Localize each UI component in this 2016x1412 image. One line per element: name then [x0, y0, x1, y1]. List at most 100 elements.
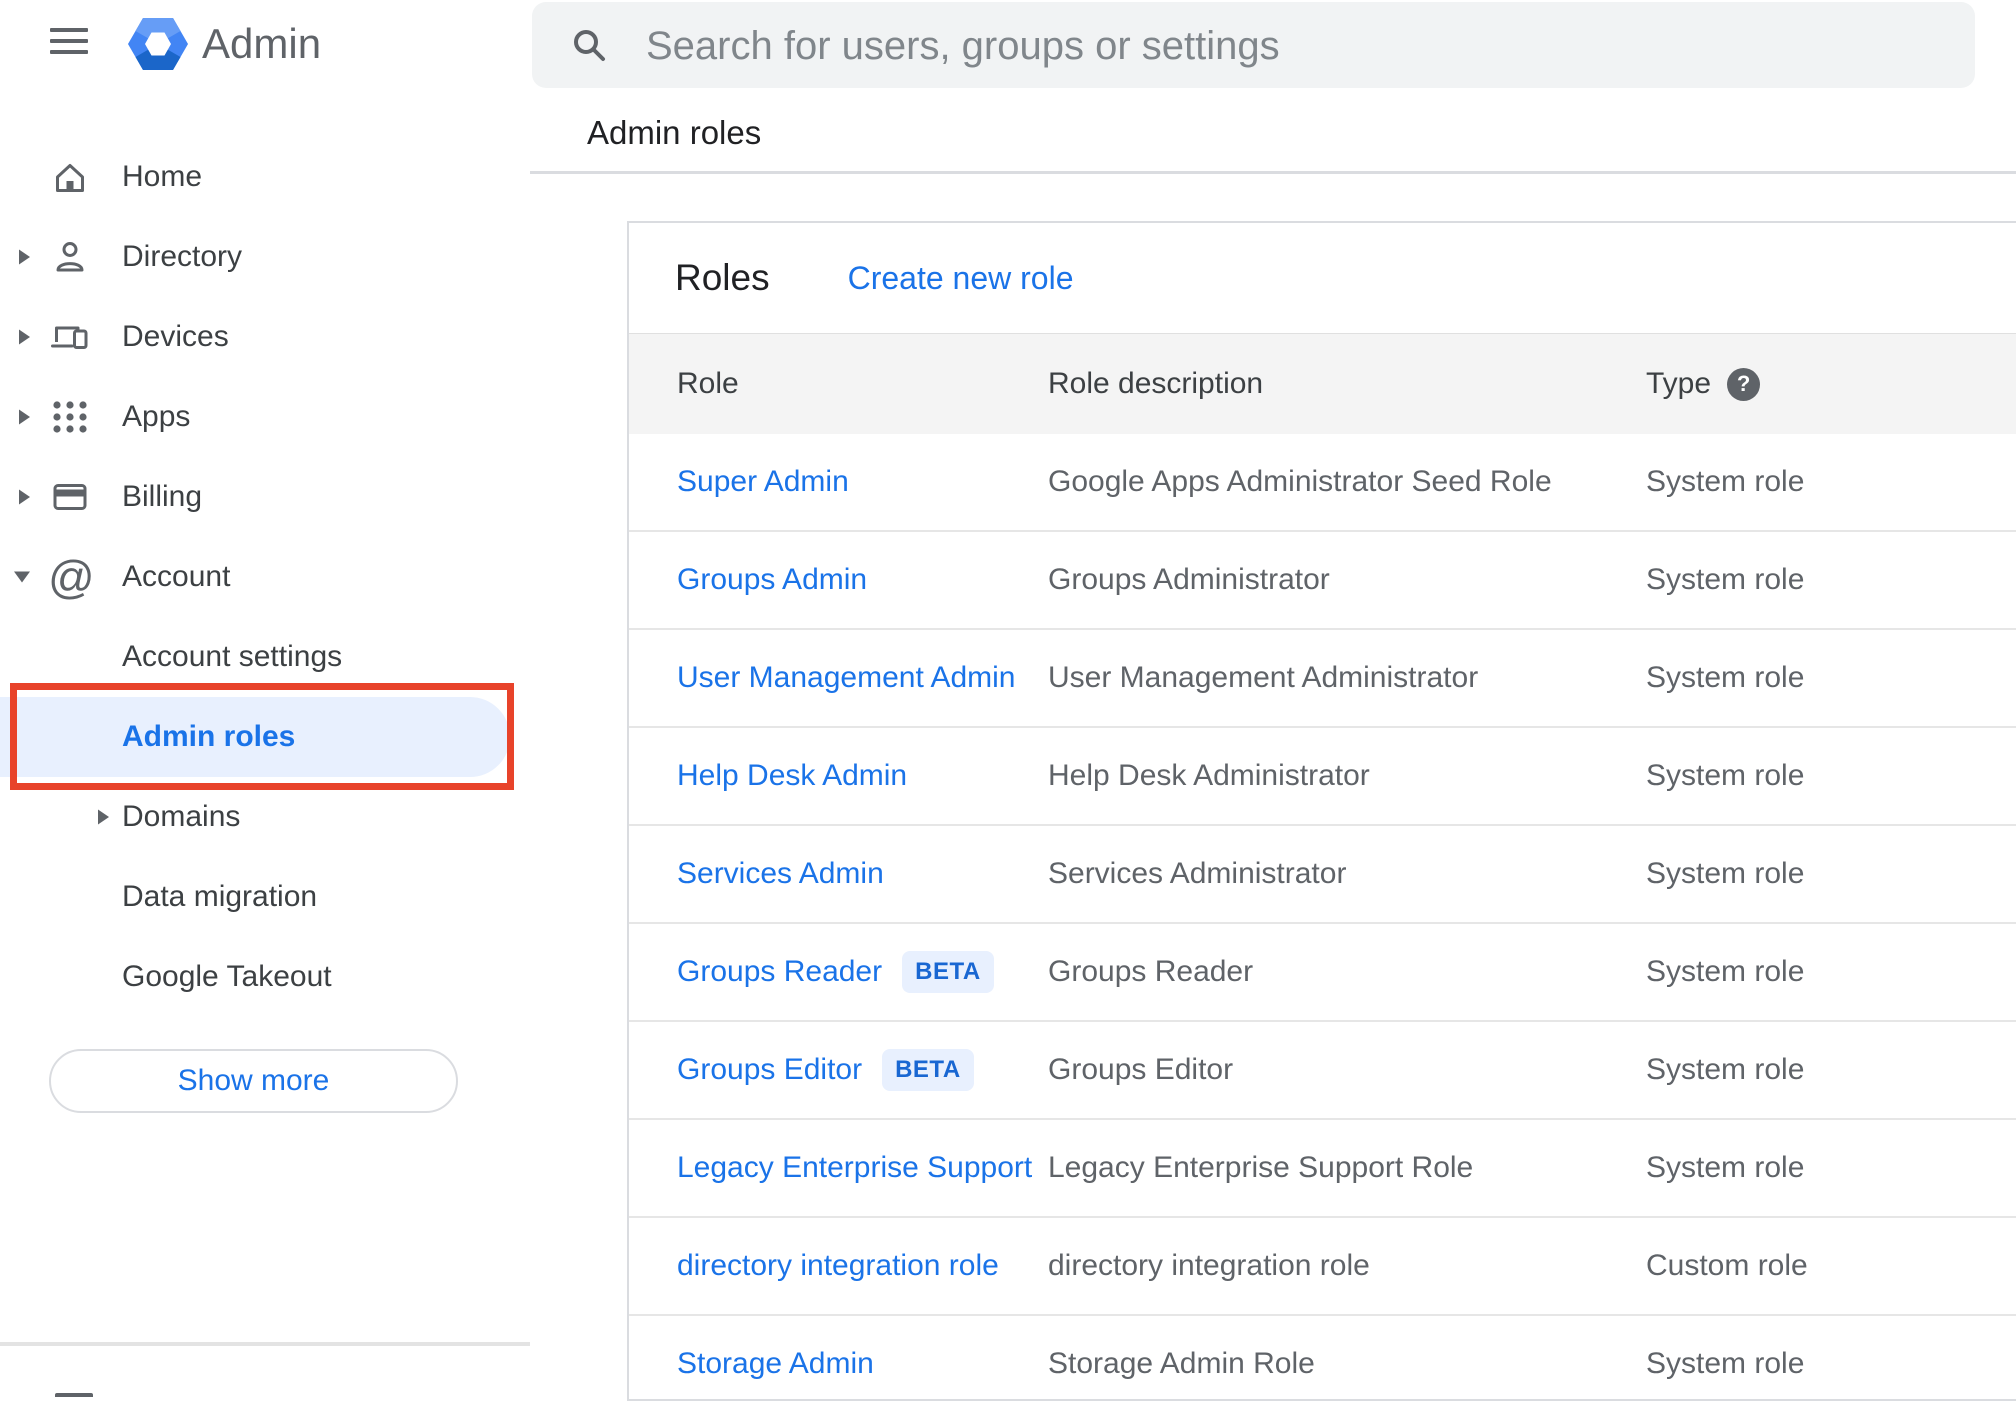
page-title: Roles — [675, 257, 770, 298]
show-more-button[interactable]: Show more — [49, 1049, 458, 1113]
role-type: System role — [1646, 465, 1805, 498]
search-bar — [532, 2, 1975, 90]
role-type: System role — [1646, 563, 1805, 596]
sidebar-item-devices[interactable]: Devices — [0, 297, 530, 377]
role-link[interactable]: Storage Admin — [677, 1347, 874, 1381]
sidebar-item-label: Admin roles — [122, 720, 296, 753]
role-description: Storage Admin Role — [1048, 1347, 1315, 1380]
create-new-role-link[interactable]: Create new role — [848, 260, 1074, 297]
sidebar-item-label: Apps — [122, 400, 191, 433]
show-more-label: Show more — [177, 1064, 330, 1097]
partial-icon — [55, 1393, 93, 1397]
role-type: System role — [1646, 759, 1805, 792]
role-description: Groups Administrator — [1048, 563, 1330, 596]
table-row: Services Admin Services Administrator Sy… — [629, 826, 2016, 924]
sidebar-divider — [0, 1342, 530, 1346]
table-row: User Management Admin User Management Ad… — [629, 630, 2016, 728]
role-link[interactable]: Legacy Enterprise Support — [677, 1151, 1032, 1185]
apps-grid-icon — [50, 397, 90, 437]
role-type: System role — [1646, 1347, 1805, 1380]
sidebar-item-label: Home — [122, 160, 203, 193]
role-link[interactable]: directory integration role — [677, 1249, 999, 1283]
admin-logo[interactable]: Admin — [128, 14, 321, 74]
role-description: Groups Reader — [1048, 955, 1254, 988]
role-description: Groups Editor — [1048, 1053, 1234, 1086]
role-link[interactable]: Help Desk Admin — [677, 759, 907, 793]
chevron-right-icon — [98, 809, 109, 825]
table-row: Super Admin Google Apps Administrator Se… — [629, 434, 2016, 532]
table-row: Groups Editor BETA Groups Editor System … — [629, 1022, 2016, 1120]
help-icon[interactable]: ? — [1727, 367, 1761, 401]
sidebar-item-google-takeout[interactable]: Google Takeout — [0, 937, 530, 1017]
role-link[interactable]: Groups Reader — [677, 955, 882, 989]
card-header: Roles Create new role — [629, 223, 2016, 333]
chevron-right-icon — [19, 329, 30, 345]
role-description: Services Administrator — [1048, 857, 1347, 890]
role-link[interactable]: Services Admin — [677, 857, 884, 891]
header-divider — [530, 171, 2016, 174]
role-type: System role — [1646, 955, 1805, 988]
table-row: Groups Admin Groups Administrator System… — [629, 532, 2016, 630]
sidebar-item-data-migration[interactable]: Data migration — [0, 857, 530, 937]
devices-icon — [50, 317, 90, 357]
table-row: Help Desk Admin Help Desk Administrator … — [629, 728, 2016, 826]
column-header-type: Type ? — [1646, 367, 2016, 401]
sidebar-item-home[interactable]: Home — [0, 137, 530, 217]
role-link[interactable]: Groups Editor — [677, 1053, 862, 1087]
role-link[interactable]: User Management Admin — [677, 661, 1016, 695]
app-title: Admin — [202, 20, 322, 67]
sidebar-item-apps[interactable]: Apps — [0, 377, 530, 457]
sidebar-item-domains[interactable]: Domains — [0, 777, 530, 857]
roles-card: Roles Create new role Role Role descript… — [627, 221, 2016, 1401]
sidebar-item-label: Billing — [122, 480, 203, 513]
table-row: Groups Reader BETA Groups Reader System … — [629, 924, 2016, 1022]
breadcrumb: Admin roles — [587, 114, 762, 151]
chevron-down-icon — [14, 571, 30, 583]
chevron-right-icon — [19, 489, 30, 505]
table-row: directory integration role directory int… — [629, 1218, 2016, 1316]
sidebar-item-directory[interactable]: Directory — [0, 217, 530, 297]
sidebar-item-label: Devices — [122, 320, 229, 353]
sidebar-item-billing[interactable]: Billing — [0, 457, 530, 537]
sidebar-nav: Home Directory Devices Apps Billing @ Ac… — [0, 137, 530, 1017]
search-icon — [570, 26, 608, 64]
chevron-right-icon — [19, 249, 30, 265]
role-link[interactable]: Super Admin — [677, 465, 849, 499]
role-description: Help Desk Administrator — [1048, 759, 1370, 792]
sidebar-item-label: Google Takeout — [122, 960, 332, 993]
admin-logo-icon — [128, 16, 188, 72]
table-header-row: Role Role description Type ? — [629, 333, 2016, 434]
role-type: System role — [1646, 661, 1805, 694]
column-header-role: Role — [677, 367, 739, 400]
sidebar-item-account-settings[interactable]: Account settings — [0, 617, 530, 697]
sidebar-item-account[interactable]: @ Account — [0, 537, 530, 617]
credit-card-icon — [50, 477, 90, 517]
table-row: Storage Admin Storage Admin Role System … — [629, 1316, 2016, 1412]
beta-badge: BETA — [882, 1049, 974, 1091]
sidebar-item-label: Directory — [122, 240, 243, 273]
role-description: directory integration role — [1048, 1249, 1370, 1282]
role-description: Google Apps Administrator Seed Role — [1048, 465, 1552, 498]
role-description: Legacy Enterprise Support Role — [1048, 1151, 1474, 1184]
role-type: System role — [1646, 1151, 1805, 1184]
sidebar-item-admin-roles[interactable]: Admin roles — [0, 697, 510, 777]
home-icon — [50, 157, 90, 197]
column-header-role-description: Role description — [1048, 367, 1264, 400]
hamburger-menu-icon[interactable] — [50, 28, 88, 56]
chevron-right-icon — [19, 409, 30, 425]
role-type: System role — [1646, 857, 1805, 890]
role-description: User Management Administrator — [1048, 661, 1479, 694]
role-type: System role — [1646, 1053, 1805, 1086]
sidebar-item-label: Account settings — [122, 640, 343, 673]
beta-badge: BETA — [902, 951, 994, 993]
search-input[interactable] — [644, 2, 1948, 90]
role-type: Custom role — [1646, 1249, 1808, 1282]
sidebar: Admin Home Directory Devices Apps Billin… — [0, 0, 530, 1397]
sidebar-item-label: Data migration — [122, 880, 318, 913]
sidebar-item-label: Account — [122, 560, 231, 593]
person-icon — [50, 237, 90, 277]
at-sign-icon: @ — [48, 551, 95, 603]
table-row: Legacy Enterprise Support Legacy Enterpr… — [629, 1120, 2016, 1218]
sidebar-item-label: Domains — [122, 800, 241, 833]
role-link[interactable]: Groups Admin — [677, 563, 867, 597]
